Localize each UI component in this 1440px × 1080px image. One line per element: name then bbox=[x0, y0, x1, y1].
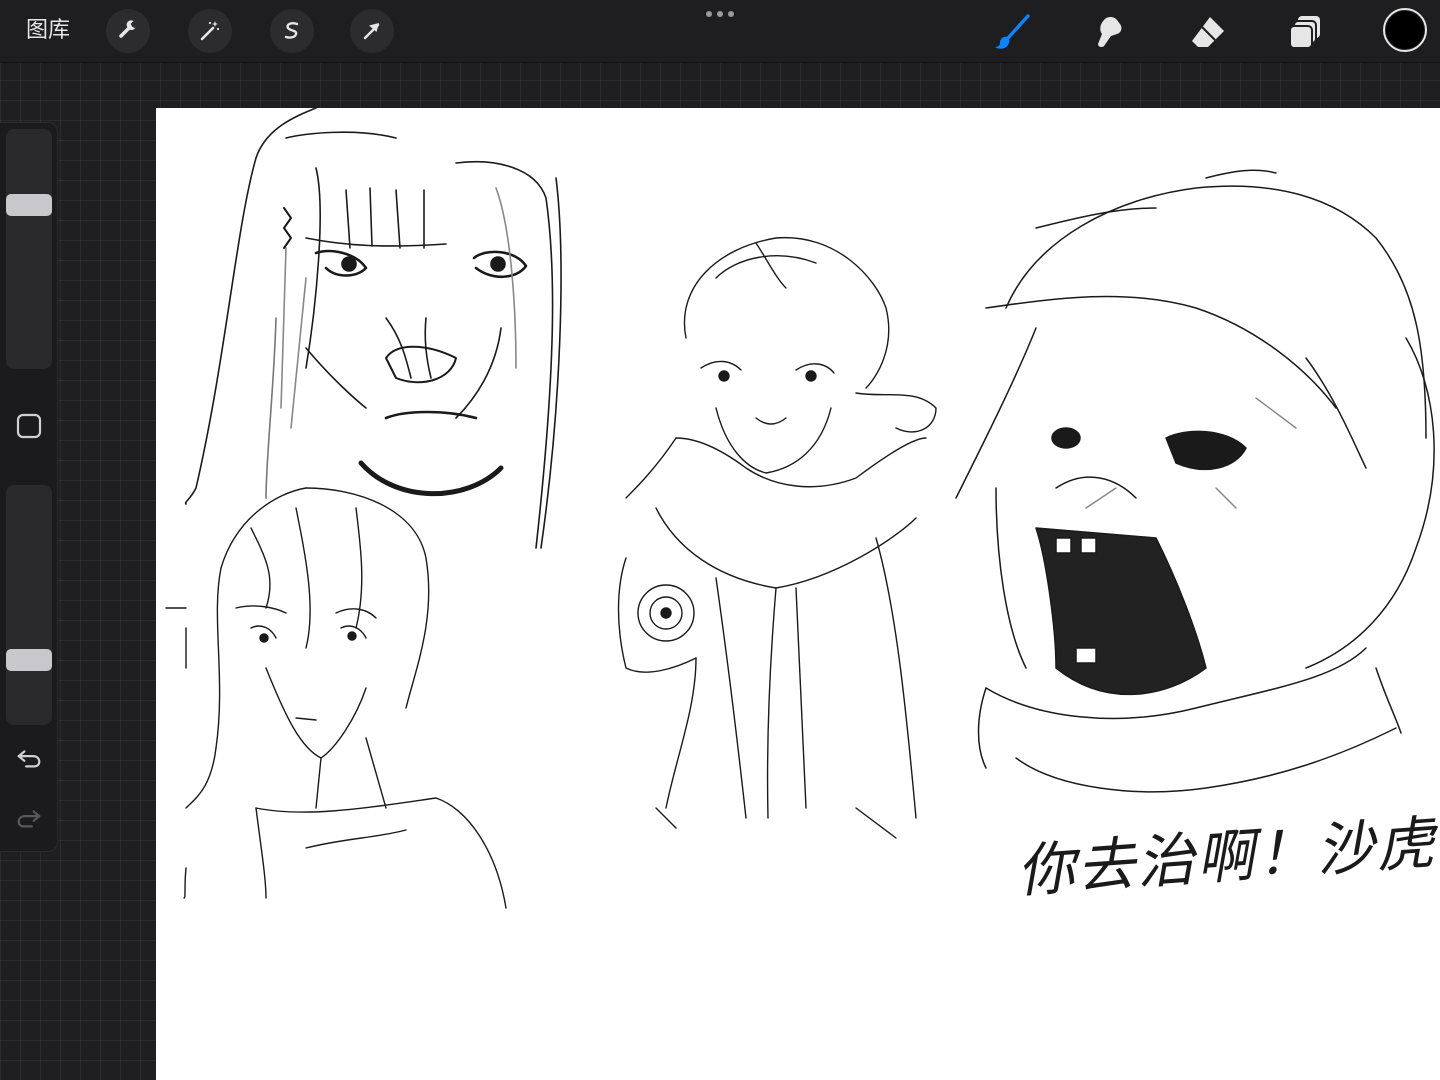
screaming-face-sketch bbox=[955, 169, 1435, 793]
layers-button[interactable] bbox=[1284, 10, 1328, 54]
brush-icon bbox=[995, 14, 1030, 49]
gallery-button[interactable]: 图库 bbox=[26, 17, 70, 45]
left-sidebar bbox=[0, 122, 58, 852]
transform-button[interactable] bbox=[350, 9, 394, 53]
undo-button[interactable] bbox=[14, 743, 44, 773]
smudge-tool-button[interactable] bbox=[1088, 10, 1132, 54]
brush-size-thumb[interactable] bbox=[6, 194, 52, 216]
eraser-icon bbox=[1192, 17, 1224, 47]
dot bbox=[706, 11, 712, 17]
actions-button[interactable] bbox=[106, 9, 150, 53]
procreate-app: 图库 你去治啊！沙虎！ bbox=[0, 0, 1440, 1080]
lion-sketch bbox=[184, 108, 562, 549]
square-icon[interactable] bbox=[16, 413, 42, 439]
selection-button[interactable] bbox=[270, 9, 314, 53]
selection-s-icon bbox=[284, 22, 299, 39]
opacity-thumb[interactable] bbox=[6, 649, 52, 671]
opacity-slider[interactable] bbox=[6, 485, 52, 725]
top-toolbar: 图库 bbox=[0, 0, 1440, 63]
layers-icon bbox=[1289, 16, 1320, 49]
brush-tool-button[interactable] bbox=[990, 10, 1034, 54]
dot bbox=[728, 11, 734, 17]
more-options-button[interactable] bbox=[700, 6, 740, 22]
wrench-icon bbox=[119, 20, 137, 38]
eraser-tool-button[interactable] bbox=[1186, 10, 1230, 54]
undo-icon bbox=[17, 750, 41, 768]
smudge-finger-icon bbox=[1098, 17, 1122, 48]
dot bbox=[717, 11, 723, 17]
sketch-artwork bbox=[165, 108, 1435, 909]
color-picker-button[interactable] bbox=[1383, 8, 1427, 52]
redo-button[interactable] bbox=[14, 803, 44, 833]
boy-sketch bbox=[617, 237, 937, 839]
girl-sketch bbox=[165, 487, 507, 909]
drawing-canvas[interactable]: 你去治啊！沙虎！ bbox=[156, 108, 1440, 1080]
redo-icon bbox=[17, 810, 41, 828]
brush-size-slider[interactable] bbox=[6, 129, 52, 369]
magic-wand-icon bbox=[200, 21, 220, 41]
adjustments-button[interactable] bbox=[188, 9, 232, 53]
active-color-swatch bbox=[1386, 11, 1424, 49]
arrow-cursor-icon bbox=[363, 23, 380, 40]
